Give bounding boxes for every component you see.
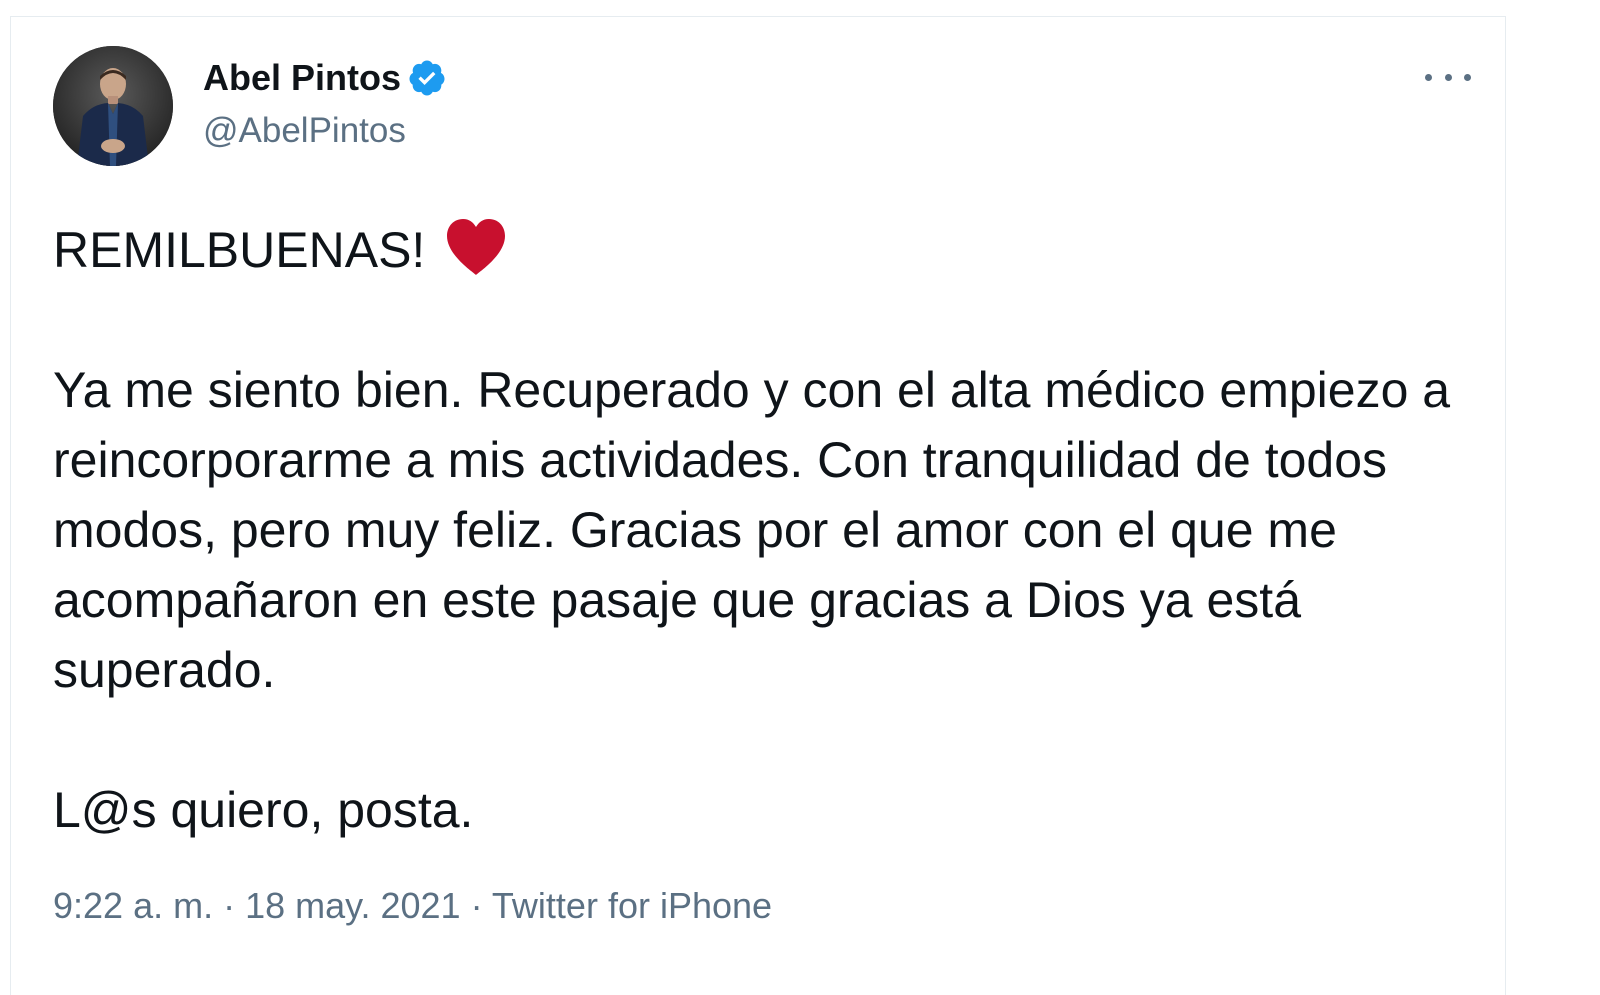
tweet-paragraph-2: Ya me siento bien. Recuperado y con el a… <box>53 362 1451 698</box>
meta-separator: · <box>213 885 246 926</box>
tweet-line-1-text: REMILBUENAS! <box>53 222 426 278</box>
name-row: Abel Pintos <box>203 55 447 101</box>
tweet-paragraph-3: L@s quiero, posta. <box>53 782 474 838</box>
red-heart-emoji-icon <box>443 217 509 277</box>
handle[interactable]: @AbelPintos <box>203 111 447 151</box>
tweet-text: REMILBUENAS! Ya me siento bien. Recupera… <box>53 215 1493 845</box>
meta-separator: · <box>460 885 492 926</box>
tweet-card: Abel Pintos @AbelPintos REMILBUENAS! Ya … <box>10 16 1506 995</box>
author-block: Abel Pintos @AbelPintos <box>203 55 447 151</box>
verified-badge-icon <box>407 58 447 98</box>
dot <box>1425 73 1432 81</box>
tweet-date[interactable]: 18 may. 2021 <box>245 885 460 926</box>
dot <box>1464 73 1471 81</box>
tweet-source[interactable]: Twitter for iPhone <box>492 885 772 926</box>
more-horizontal-icon[interactable] <box>1425 65 1471 89</box>
avatar[interactable] <box>53 46 173 166</box>
tweet-line-1: REMILBUENAS! <box>53 215 1493 285</box>
display-name[interactable]: Abel Pintos <box>203 57 401 99</box>
tweet-meta: 9:22 a. m. · 18 may. 2021 · Twitter for … <box>53 885 772 927</box>
dot <box>1444 73 1452 81</box>
tweet-time[interactable]: 9:22 a. m. <box>53 885 213 926</box>
